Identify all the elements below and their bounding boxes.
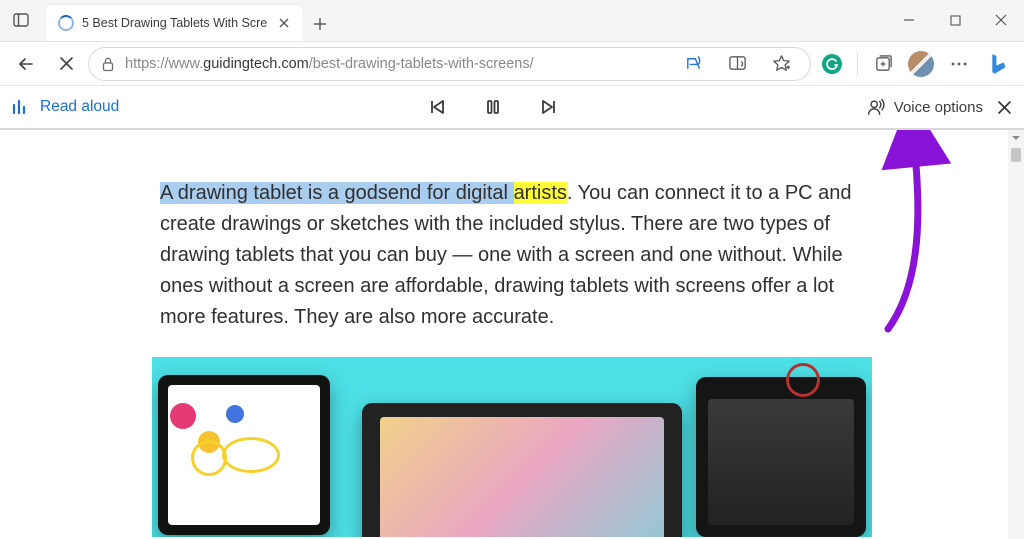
article-paragraph: A drawing tablet is a godsend for digita… — [152, 178, 872, 333]
window-maximize-button[interactable] — [932, 0, 978, 41]
lock-icon — [101, 56, 115, 72]
window-minimize-button[interactable] — [886, 0, 932, 41]
article-hero-image — [152, 357, 872, 537]
page-viewport: A drawing tablet is a godsend for digita… — [0, 130, 1024, 539]
collections-icon[interactable] — [866, 47, 900, 81]
annotation-arrow — [858, 130, 978, 344]
tab-loading-icon — [58, 15, 74, 31]
grammarly-extension-icon[interactable] — [815, 47, 849, 81]
next-paragraph-button[interactable] — [533, 91, 565, 123]
tab-title: 5 Best Drawing Tablets With Scre — [82, 16, 267, 30]
playback-controls — [421, 91, 565, 123]
read-aloud-bars-icon — [12, 99, 30, 115]
titlebar: 5 Best Drawing Tablets With Scre — [0, 0, 1024, 42]
pause-button[interactable] — [477, 91, 509, 123]
stop-reload-button[interactable] — [48, 46, 84, 82]
scrollbar-thumb[interactable] — [1011, 148, 1021, 162]
profile-avatar[interactable] — [904, 47, 938, 81]
tab-close-button[interactable] — [275, 14, 293, 32]
read-aloud-label-group: Read aloud — [12, 98, 119, 116]
window-close-button[interactable] — [978, 0, 1024, 41]
new-tab-button[interactable] — [303, 7, 337, 41]
previous-paragraph-button[interactable] — [421, 91, 453, 123]
address-bar[interactable]: https://www.guidingtech.com/best-drawing… — [88, 47, 811, 81]
enter-immersive-reader-icon[interactable] — [720, 47, 754, 81]
back-button[interactable] — [8, 46, 44, 82]
more-menu-button[interactable] — [942, 47, 976, 81]
toolbar-separator — [857, 53, 858, 75]
read-aloud-icon[interactable] — [676, 47, 710, 81]
browser-toolbar: https://www.guidingtech.com/best-drawing… — [0, 42, 1024, 86]
vertical-scrollbar[interactable] — [1008, 130, 1024, 539]
url-text: https://www.guidingtech.com/best-drawing… — [125, 56, 666, 72]
voice-options-button[interactable]: Voice options — [866, 97, 983, 117]
read-aloud-selection: A drawing tablet is a godsend for digita… — [160, 182, 567, 204]
bing-chat-button[interactable] — [980, 46, 1016, 82]
read-aloud-bar: Read aloud Voice options — [0, 86, 1024, 130]
browser-tab[interactable]: 5 Best Drawing Tablets With Scre — [46, 5, 303, 41]
favorites-icon[interactable] — [764, 47, 798, 81]
close-read-aloud-button[interactable] — [997, 100, 1012, 115]
voice-icon — [866, 97, 886, 117]
read-aloud-current-word: artists — [514, 182, 567, 204]
read-aloud-label: Read aloud — [40, 98, 119, 116]
voice-options-label: Voice options — [894, 99, 983, 116]
tab-actions-icon[interactable] — [0, 0, 42, 41]
